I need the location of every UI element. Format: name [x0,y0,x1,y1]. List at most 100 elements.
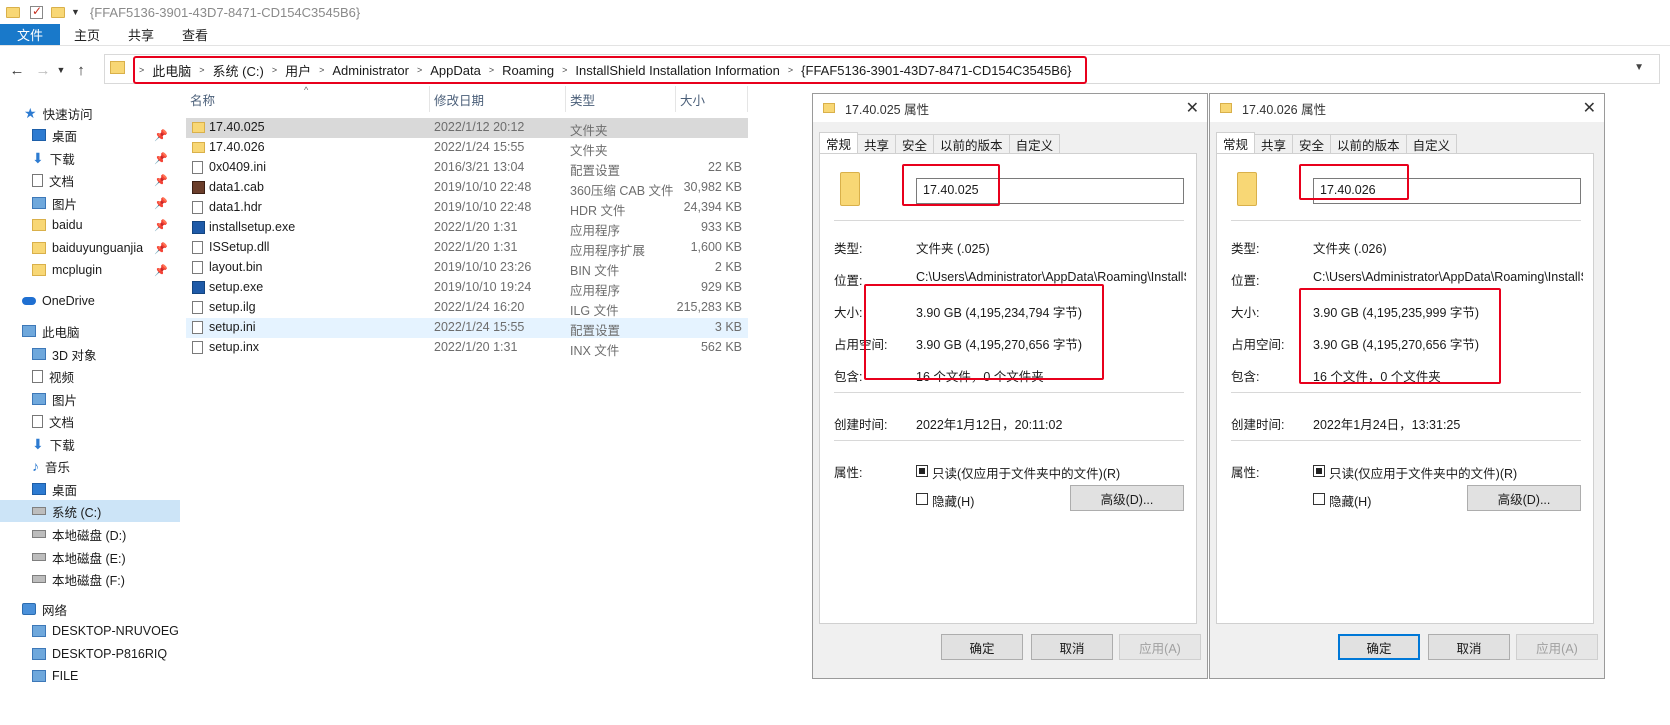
pin-icon[interactable]: 📌 [154,174,168,187]
sidebar-item-system-c[interactable]: 系统 (C:) [0,500,180,522]
column-header-name[interactable]: 名称 [186,86,430,112]
dll-icon [192,241,203,254]
tab-home[interactable]: 主页 [60,24,114,45]
sidebar-item-videos[interactable]: 视频 [0,365,180,387]
sidebar-item-3d-objects[interactable]: 3D 对象 [0,343,180,365]
sidebar-item-pictures[interactable]: 图片 📌 [0,192,180,214]
forward-arrow-icon[interactable]: → [32,62,54,79]
breadcrumb-item[interactable]: Roaming [494,63,562,78]
sidebar-item-desktop[interactable]: 桌面 📌 [0,124,180,146]
close-icon[interactable]: ✕ [1186,98,1199,118]
advanced-button[interactable]: 高级(D)... [1467,485,1581,511]
ok-button[interactable]: 确定 [1338,634,1420,660]
sidebar-item-baiduyunguanjia[interactable]: baiduyunguanjia 📌 [0,237,180,259]
back-arrow-icon[interactable]: ← [6,62,28,79]
column-header-size[interactable]: 大小 [676,86,748,112]
breadcrumb-item[interactable]: AppData [422,63,489,78]
sidebar-item-pictures[interactable]: 图片 [0,388,180,410]
tab-previous-versions[interactable]: 以前的版本 [933,134,1010,154]
tab-customize[interactable]: 自定义 [1405,134,1458,154]
tab-previous-versions[interactable]: 以前的版本 [1330,134,1407,154]
tab-customize[interactable]: 自定义 [1008,134,1061,154]
readonly-label[interactable]: 只读(仅应用于文件夹中的文件)(R) [1329,463,1517,482]
pin-icon[interactable]: 📌 [154,197,168,210]
breadcrumb-item[interactable]: {FFAF5136-3901-43D7-8471-CD154C3545B6} [793,63,1079,78]
pin-icon[interactable]: 📌 [154,242,168,255]
sidebar-item-downloads[interactable]: ⬇ 下载 📌 [0,147,180,169]
tab-share[interactable]: 共享 [114,24,168,45]
customize-toolbar-chevron-icon[interactable]: ▼ [71,7,80,17]
sidebar-item-drive-e[interactable]: 本地磁盘 (E:) [0,546,180,568]
up-arrow-icon[interactable]: ↑ [70,62,92,79]
breadcrumb-item[interactable]: Administrator [324,63,417,78]
table-row[interactable]: 17.40.025 2022/1/12 20:12 文件夹 [186,118,748,138]
sidebar-item-this-pc[interactable]: 此电脑 [0,320,180,342]
new-folder-icon[interactable] [51,6,65,18]
table-row[interactable]: 0x0409.ini 2016/3/21 13:04 配置设置 22 KB [186,158,748,178]
sidebar-item-desktop[interactable]: 桌面 [0,478,180,500]
properties-check-icon[interactable] [30,4,43,19]
sidebar-item-drive-f[interactable]: 本地磁盘 (F:) [0,568,180,590]
sidebar-item-quick-access[interactable]: ★ 快速访问 [0,102,180,124]
table-row[interactable]: setup.ilg 2022/1/24 16:20 ILG 文件 215,283 KB [186,298,748,318]
recent-locations-chevron-icon[interactable]: ▼ [54,65,68,75]
readonly-label[interactable]: 只读(仅应用于文件夹中的文件)(R) [932,463,1120,482]
tab-general[interactable]: 常规 [819,132,859,154]
sidebar-item-mcplugin[interactable]: mcplugin 📌 [0,259,180,281]
pin-icon[interactable]: 📌 [154,219,168,232]
column-header-type[interactable]: 类型 [566,86,676,112]
advanced-button[interactable]: 高级(D)... [1070,485,1184,511]
sidebar-item-desktop-nruvoeg[interactable]: DESKTOP-NRUVOEG [0,620,180,642]
readonly-checkbox[interactable] [1313,465,1325,477]
tab-view[interactable]: 查看 [168,24,222,45]
sidebar-item-documents[interactable]: 文档 📌 [0,169,180,191]
table-row[interactable]: 17.40.026 2022/1/24 15:55 文件夹 [186,138,748,158]
table-row[interactable]: ISSetup.dll 2022/1/20 1:31 应用程序扩展 1,600 KB [186,238,748,258]
pin-icon[interactable]: 📌 [154,129,168,142]
hidden-label[interactable]: 隐藏(H) [932,491,974,510]
table-row[interactable]: setup.ini 2022/1/24 15:55 配置设置 3 KB [186,318,748,338]
table-row[interactable]: installsetup.exe 2022/1/20 1:31 应用程序 933 KB [186,218,748,238]
table-row[interactable]: setup.exe 2019/10/10 19:24 应用程序 929 KB [186,278,748,298]
breadcrumb-item[interactable]: 用户 [277,61,319,80]
pin-icon[interactable]: 📌 [154,264,168,277]
column-header-date[interactable]: 修改日期 [430,86,566,112]
sidebar-item-file[interactable]: FILE [0,665,180,687]
sidebar-item-network[interactable]: 网络 [0,598,180,620]
table-row[interactable]: data1.hdr 2019/10/10 22:48 HDR 文件 24,394 KB [186,198,748,218]
cancel-button[interactable]: 取消 [1428,634,1510,660]
ok-button[interactable]: 确定 [941,634,1023,660]
pin-icon[interactable]: 📌 [154,152,168,165]
apply-button[interactable]: 应用(A) [1119,634,1201,660]
tab-security[interactable]: 安全 [895,134,935,154]
breadcrumb-item[interactable]: 此电脑 [144,61,199,80]
sidebar-item-drive-d[interactable]: 本地磁盘 (D:) [0,523,180,545]
table-row[interactable]: layout.bin 2019/10/10 23:26 BIN 文件 2 KB [186,258,748,278]
cancel-button[interactable]: 取消 [1031,634,1113,660]
tab-sharing[interactable]: 共享 [1254,134,1294,154]
tab-file[interactable]: 文件 [0,24,61,45]
3d-objects-icon [32,348,46,360]
folder-name-field[interactable]: 17.40.026 [1313,178,1581,204]
hidden-checkbox[interactable] [1313,493,1325,505]
hidden-checkbox[interactable] [916,493,928,505]
sidebar-item-baidu[interactable]: baidu 📌 [0,214,180,236]
tab-security[interactable]: 安全 [1292,134,1332,154]
sidebar-item-onedrive[interactable]: OneDrive [0,290,180,312]
tab-sharing[interactable]: 共享 [857,134,897,154]
address-history-chevron-icon[interactable]: ▼ [1634,62,1644,73]
readonly-checkbox[interactable] [916,465,928,477]
close-icon[interactable]: ✕ [1583,98,1596,118]
tab-general[interactable]: 常规 [1216,132,1256,154]
sidebar-item-desktop-p816riq[interactable]: DESKTOP-P816RIQ [0,643,180,665]
table-row[interactable]: setup.inx 2022/1/20 1:31 INX 文件 562 KB [186,338,748,358]
sidebar-item-documents[interactable]: 文档 [0,410,180,432]
breadcrumb-item[interactable]: 系统 (C:) [205,61,272,80]
hidden-label[interactable]: 隐藏(H) [1329,491,1371,510]
sidebar-item-downloads[interactable]: ⬇ 下载 [0,433,180,455]
sidebar-item-music[interactable]: ♪ 音乐 [0,455,180,477]
breadcrumb-item[interactable]: InstallShield Installation Information [567,63,788,78]
apply-button[interactable]: 应用(A) [1516,634,1598,660]
table-row[interactable]: data1.cab 2019/10/10 22:48 360压缩 CAB 文件 30,… [186,178,748,198]
folder-name-field[interactable]: 17.40.025 [916,178,1184,204]
